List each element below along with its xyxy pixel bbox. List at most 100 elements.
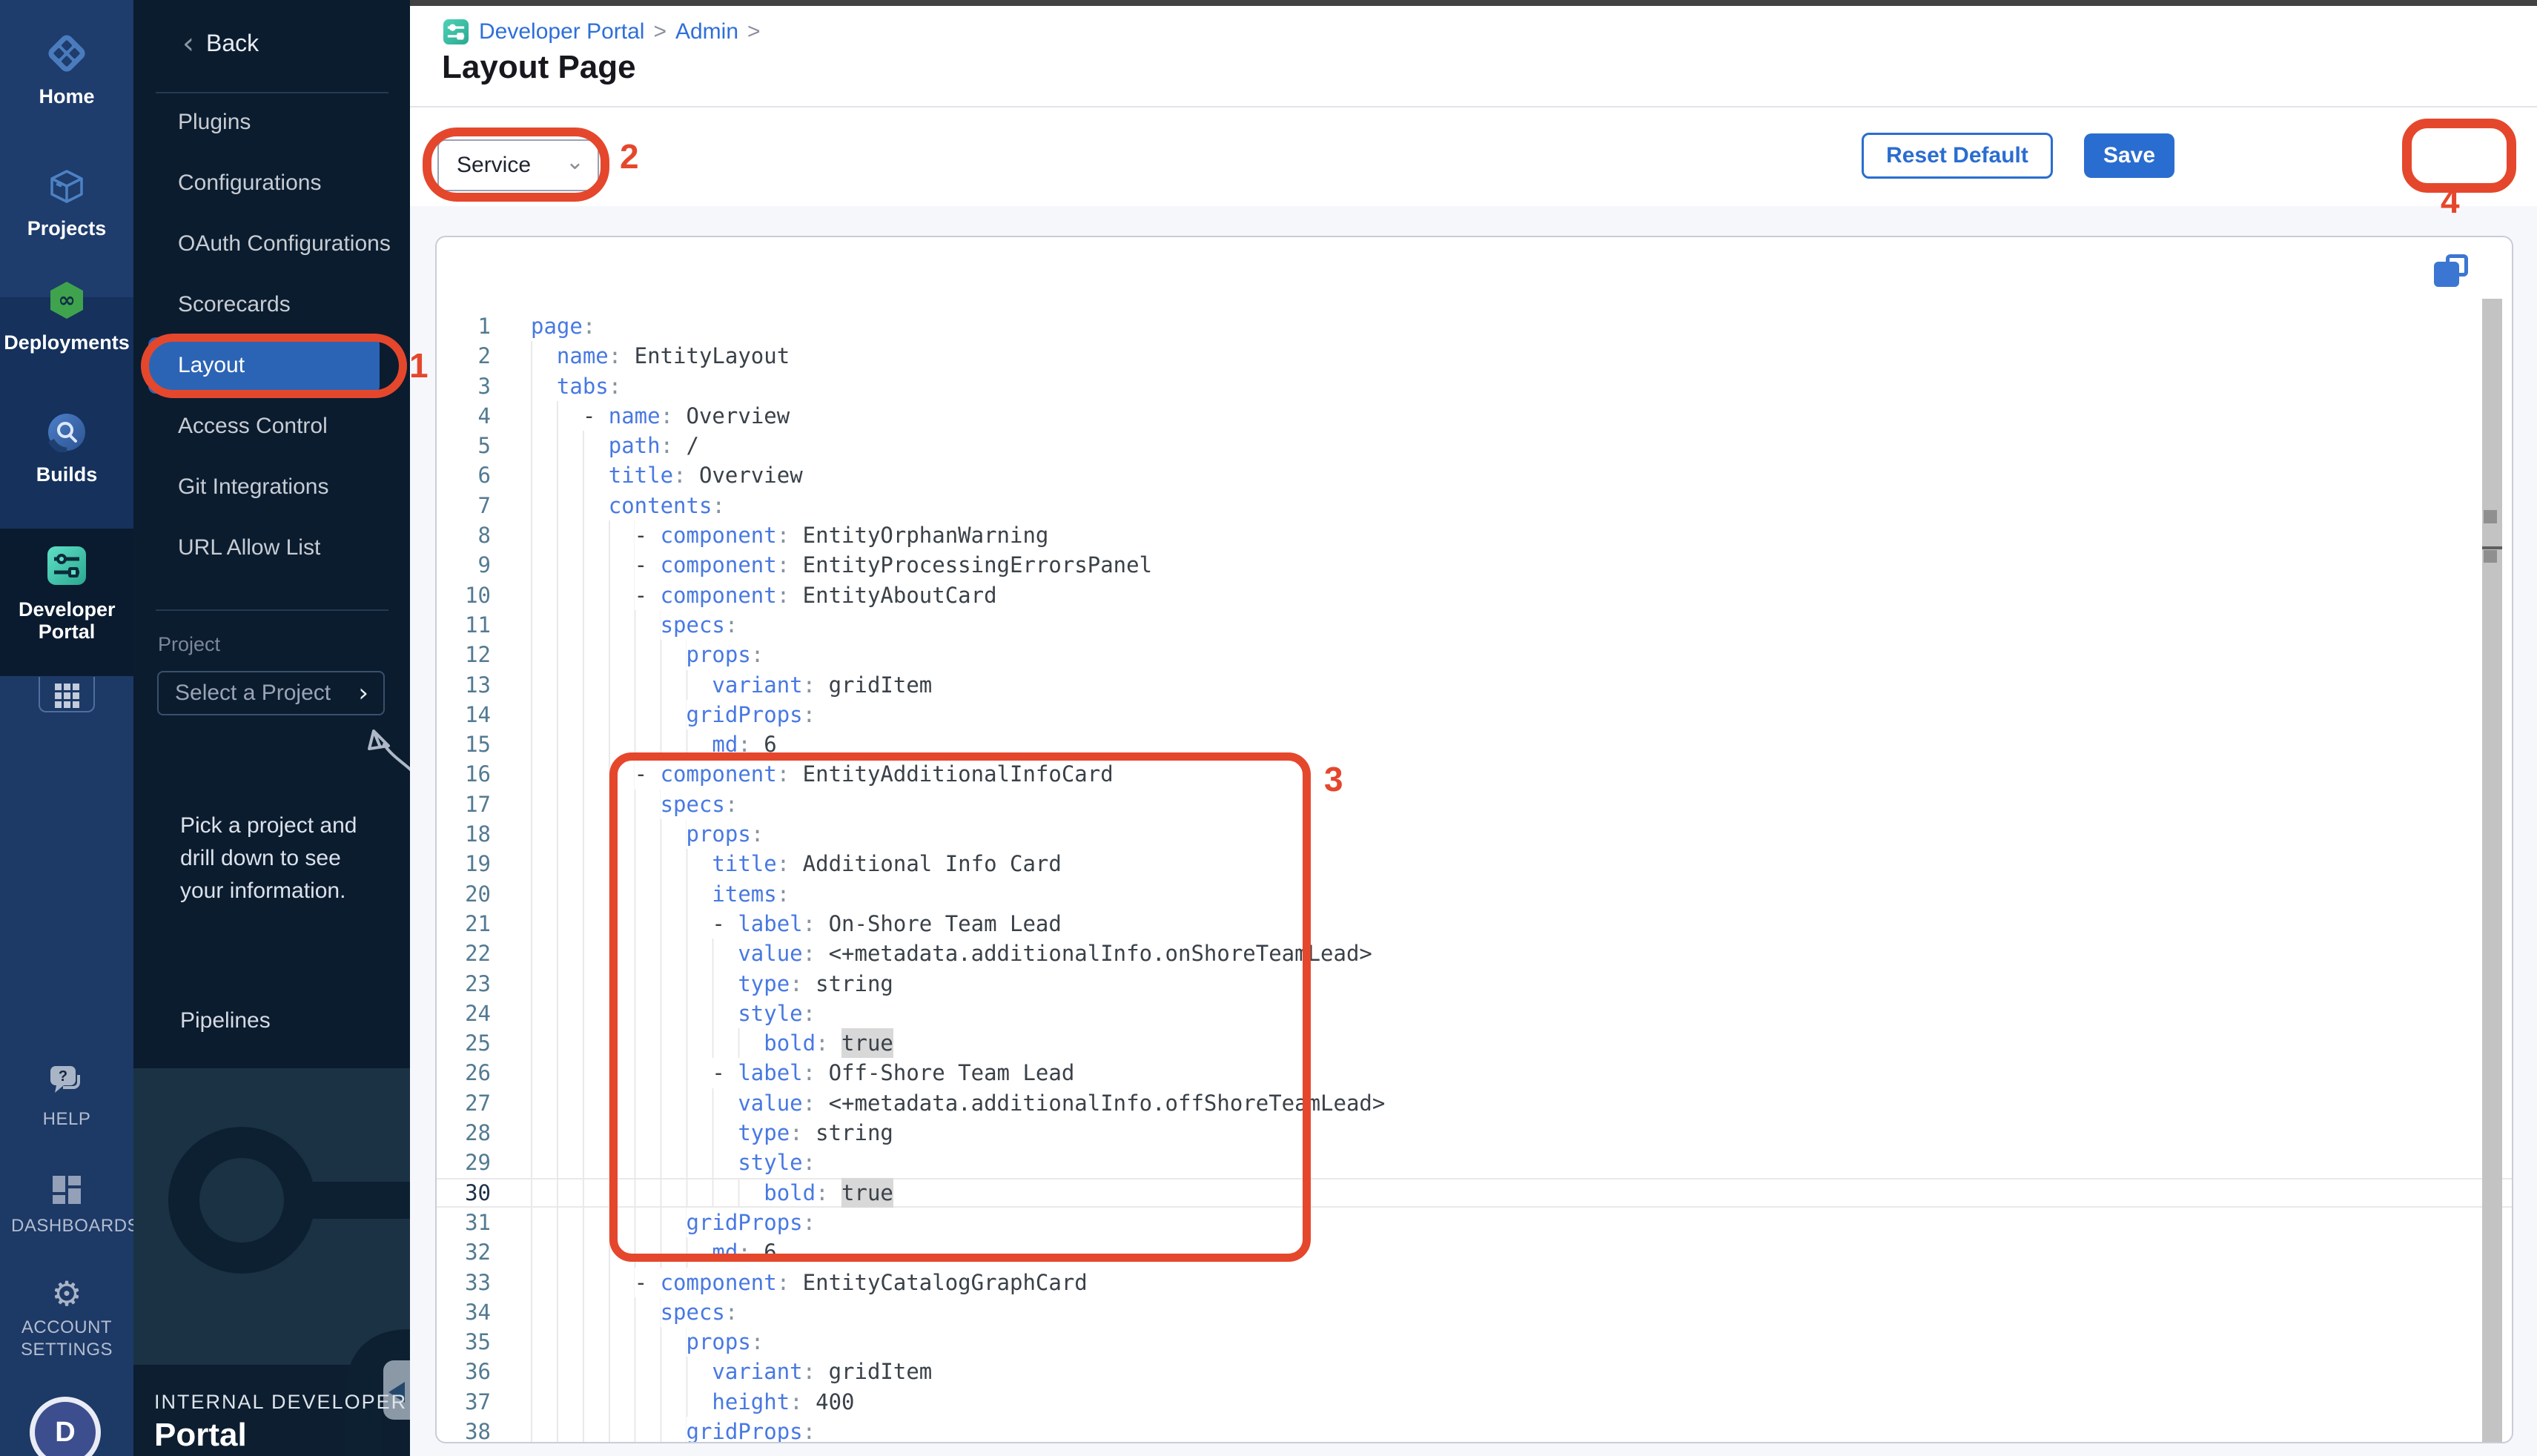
help-label: HELP: [11, 1108, 122, 1131]
code-line[interactable]: 15md: 6: [437, 729, 2513, 759]
line-number: 31: [437, 1208, 491, 1237]
line-number: 33: [437, 1268, 491, 1297]
code-line[interactable]: 12props:: [437, 640, 2513, 669]
code-line[interactable]: 31gridProps:: [437, 1208, 2513, 1237]
code-line[interactable]: 9- component: EntityProcessingErrorsPane…: [437, 550, 2513, 580]
module-sidebar: Home Projects ∞ Deployments: [0, 0, 133, 1456]
admin-nav-list: Plugins Configurations OAuth Configurati…: [133, 92, 410, 578]
code-line[interactable]: 30bold: true: [437, 1178, 2513, 1208]
line-number: 5: [437, 431, 491, 460]
save-button[interactable]: Save: [2084, 133, 2174, 178]
line-number: 20: [437, 879, 491, 909]
dashboards-button[interactable]: DASHBOARDS: [0, 1174, 133, 1237]
help-chat-icon: ?: [47, 1089, 86, 1102]
line-number: 12: [437, 640, 491, 669]
code-line[interactable]: 25bold: true: [437, 1028, 2513, 1058]
code-line[interactable]: 29style:: [437, 1148, 2513, 1177]
code-line[interactable]: 8- component: EntityOrphanWarning: [437, 520, 2513, 550]
line-number: 7: [437, 491, 491, 520]
code-line[interactable]: 26- label: Off-Shore Team Lead: [437, 1058, 2513, 1088]
code-line[interactable]: 18props:: [437, 819, 2513, 849]
breadcrumb-link-admin[interactable]: Admin: [675, 19, 738, 44]
code-line[interactable]: 23type: string: [437, 969, 2513, 999]
line-number: 38: [437, 1417, 491, 1443]
nav-item-git-integrations[interactable]: Git Integrations: [133, 457, 410, 517]
code-line[interactable]: 24style:: [437, 999, 2513, 1028]
dashboards-label: DASHBOARDS: [11, 1215, 122, 1237]
code-line[interactable]: 38gridProps:: [437, 1417, 2513, 1443]
scope-select-value: Service: [457, 153, 531, 177]
developer-portal-mini-icon: [442, 18, 470, 50]
code-line[interactable]: 6title: Overview: [437, 460, 2513, 490]
code-line[interactable]: 27value: <+metadata.additionalInfo.offSh…: [437, 1088, 2513, 1118]
code-line[interactable]: 35props:: [437, 1327, 2513, 1357]
project-select-button[interactable]: Select a Project ›: [157, 671, 385, 715]
code-lines[interactable]: 1page:2name: EntityLayout3tabs:4- name: …: [437, 311, 2513, 1443]
code-line[interactable]: 22value: <+metadata.additionalInfo.onSho…: [437, 939, 2513, 968]
code-line[interactable]: 20items:: [437, 879, 2513, 909]
code-line[interactable]: 32md: 6: [437, 1237, 2513, 1267]
brand-line-top: INTERNAL DEVELOPER: [154, 1391, 407, 1414]
line-number: 30: [437, 1178, 491, 1208]
code-line[interactable]: 14gridProps:: [437, 700, 2513, 729]
toolbar: Service ⌄ Reset Default Save: [410, 107, 2537, 206]
code-line[interactable]: 16- component: EntityAdditionalInfoCard: [437, 759, 2513, 789]
code-line[interactable]: 7contents:: [437, 491, 2513, 520]
scrollbar-decoration: [2482, 546, 2502, 549]
nav-item-access-control[interactable]: Access Control: [133, 396, 410, 457]
scope-select[interactable]: Service ⌄: [437, 139, 599, 191]
svg-text:∞: ∞: [58, 288, 75, 312]
code-line[interactable]: 34specs:: [437, 1297, 2513, 1327]
code-line[interactable]: 33- component: EntityCatalogGraphCard: [437, 1268, 2513, 1297]
code-line[interactable]: 28type: string: [437, 1118, 2513, 1148]
sidebar-item-builds[interactable]: Builds: [0, 412, 133, 486]
code-line[interactable]: 11specs:: [437, 610, 2513, 640]
account-settings-button[interactable]: ⚙ ACCOUNT SETTINGS: [0, 1277, 133, 1361]
code-line[interactable]: 19title: Additional Info Card: [437, 849, 2513, 878]
cube-icon: [47, 168, 86, 210]
line-number: 35: [437, 1327, 491, 1357]
code-line[interactable]: 36variant: gridItem: [437, 1357, 2513, 1386]
nav-item-plugins[interactable]: Plugins: [133, 92, 410, 153]
nav-item-layout[interactable]: Layout: [148, 337, 380, 394]
line-number: 21: [437, 909, 491, 939]
nav-item-url-allow-list[interactable]: URL Allow List: [133, 517, 410, 578]
line-number: 10: [437, 580, 491, 610]
line-number: 17: [437, 790, 491, 819]
code-line[interactable]: 5path: /: [437, 431, 2513, 460]
line-number: 16: [437, 759, 491, 789]
back-label: Back: [206, 30, 259, 56]
help-button[interactable]: ? HELP: [0, 1065, 133, 1131]
back-button[interactable]: ‹Back: [182, 27, 259, 61]
sidebar-item-projects[interactable]: Projects: [0, 168, 133, 239]
copy-button[interactable]: [2434, 254, 2470, 290]
code-line[interactable]: 13variant: gridItem: [437, 670, 2513, 700]
sidebar-item-label: Projects: [0, 217, 133, 239]
nav-item-scorecards[interactable]: Scorecards: [133, 274, 410, 335]
code-line[interactable]: 10- component: EntityAboutCard: [437, 580, 2513, 610]
code-line[interactable]: 4- name: Overview: [437, 401, 2513, 431]
sidebar-item-developer-portal[interactable]: Developer Portal: [0, 544, 133, 643]
code-line[interactable]: 37height: 400: [437, 1387, 2513, 1417]
editor-scrollbar[interactable]: [2482, 299, 2502, 1442]
project-section-label: Project: [158, 633, 220, 656]
reset-default-button[interactable]: Reset Default: [1862, 133, 2053, 179]
module-switcher-button[interactable]: [39, 677, 95, 712]
breadcrumb-link-developer-portal[interactable]: Developer Portal: [479, 19, 644, 44]
code-line[interactable]: 2name: EntityLayout: [437, 341, 2513, 371]
nav-item-pipelines[interactable]: Pipelines: [180, 1008, 271, 1033]
code-line[interactable]: 3tabs:: [437, 371, 2513, 401]
code-line[interactable]: 1page:: [437, 311, 2513, 341]
home-logo-icon: [46, 33, 87, 78]
sidebar-item-label: Deployments: [0, 331, 133, 354]
code-line[interactable]: 17specs:: [437, 790, 2513, 819]
line-number: 13: [437, 670, 491, 700]
line-number: 4: [437, 401, 491, 431]
nav-item-configurations[interactable]: Configurations: [133, 153, 410, 214]
nav-item-oauth-configurations[interactable]: OAuth Configurations: [133, 214, 410, 274]
sidebar-item-home[interactable]: Home: [0, 33, 133, 107]
code-line[interactable]: 21- label: On-Shore Team Lead: [437, 909, 2513, 939]
line-number: 19: [437, 849, 491, 878]
sidebar-item-deployments[interactable]: ∞ Deployments: [0, 280, 133, 354]
waffle-grid-icon: [55, 684, 79, 708]
